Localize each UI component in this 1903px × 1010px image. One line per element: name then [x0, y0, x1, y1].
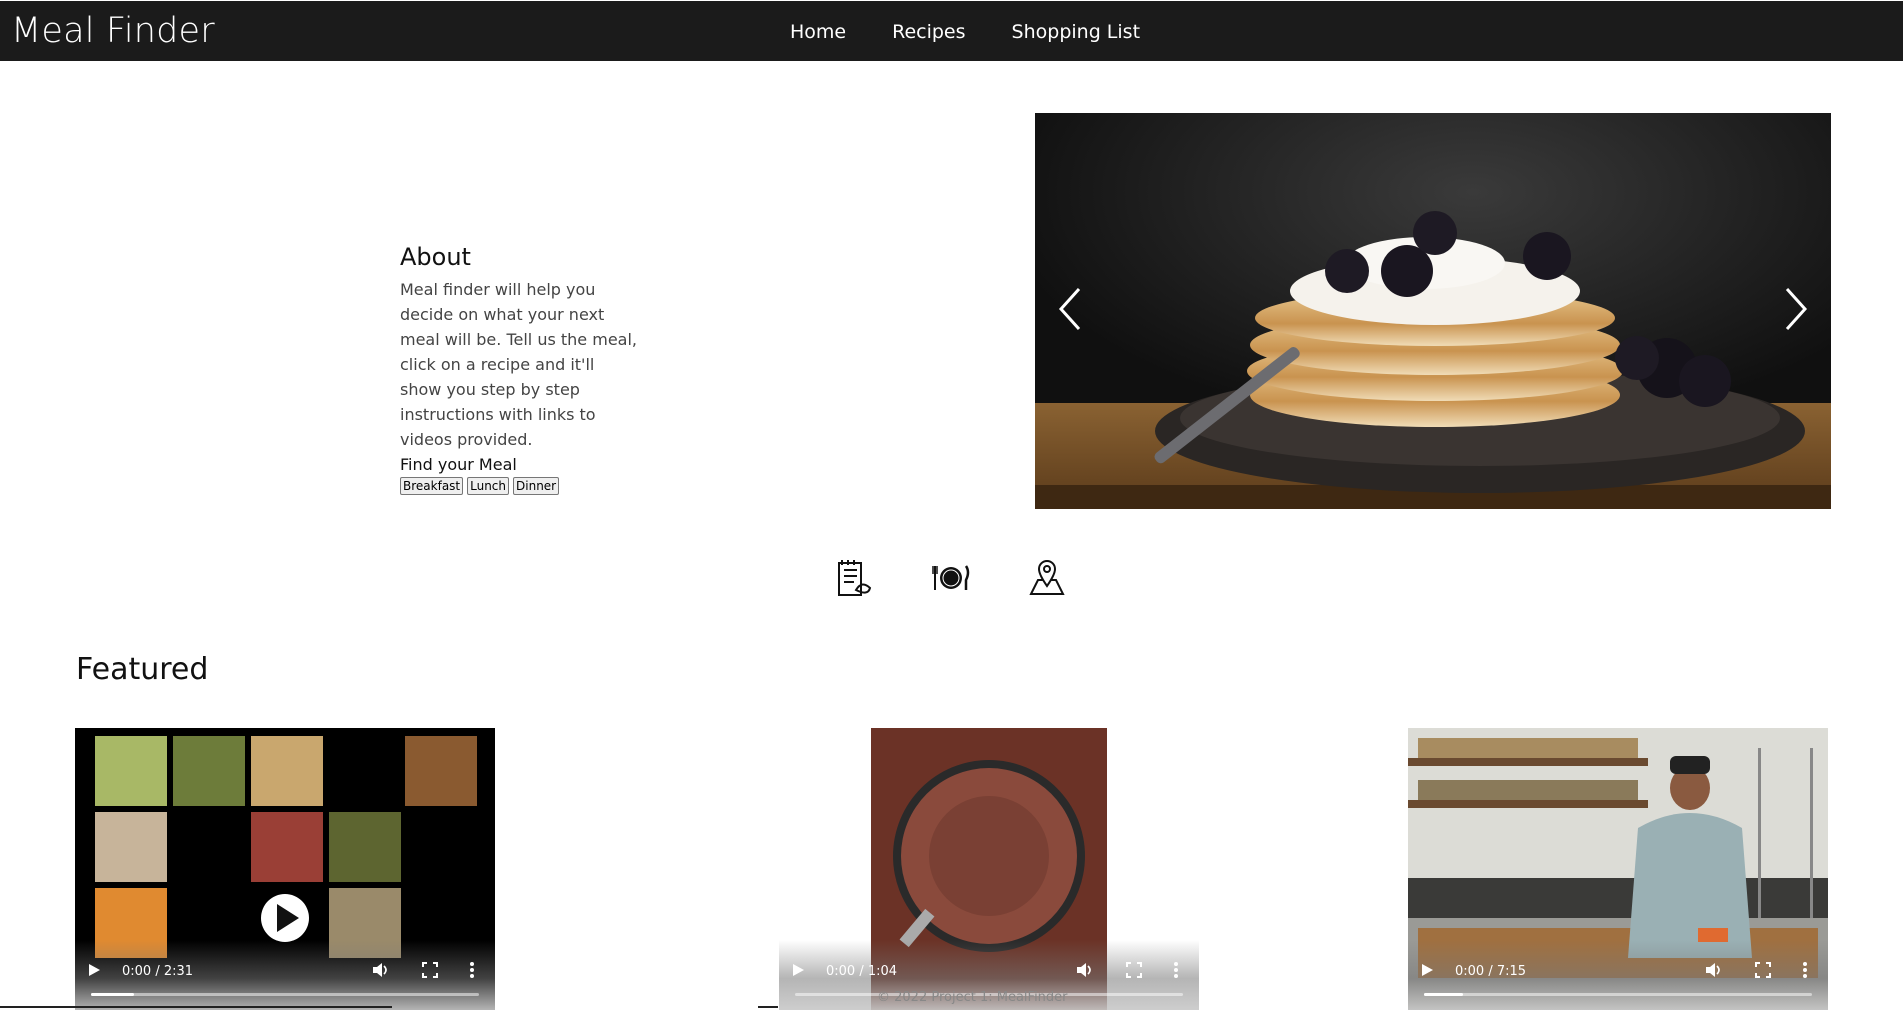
fullscreen-icon[interactable]	[1755, 962, 1771, 978]
dinner-button[interactable]: Dinner	[513, 477, 560, 495]
video-progress-3[interactable]	[1424, 993, 1812, 996]
play-icon[interactable]	[791, 963, 805, 977]
nav-links: Home Recipes Shopping List	[790, 21, 1140, 43]
chevron-left-icon	[1058, 287, 1081, 331]
nav-shopping-list[interactable]: Shopping List	[1012, 21, 1140, 43]
meal-buttons: Breakfast Lunch Dinner	[400, 477, 640, 495]
volume-icon[interactable]	[372, 961, 390, 979]
image-carousel	[1035, 113, 1831, 509]
chevron-right-icon	[1785, 287, 1808, 331]
about-text: Meal finder will help you decide on what…	[400, 280, 637, 449]
feature-icons	[836, 558, 1066, 598]
brand-logo[interactable]: Meal Finder	[11, 11, 215, 51]
video-progress-fill-3	[1424, 993, 1463, 996]
about-title: About	[400, 243, 471, 271]
nav-recipes[interactable]: Recipes	[892, 21, 965, 43]
featured-video-3[interactable]: 0:00 / 7:15	[1408, 728, 1828, 1010]
play-icon[interactable]	[87, 963, 101, 977]
carousel-next-button[interactable]	[1781, 285, 1811, 333]
nav-home[interactable]: Home	[790, 21, 846, 43]
featured-video-1[interactable]: 0:00 / 2:31	[75, 728, 495, 1010]
video-progress-1[interactable]	[91, 993, 479, 996]
footer-text: © 2022 Project 1: MealFinder	[877, 990, 1068, 1005]
breakfast-button[interactable]: Breakfast	[400, 477, 464, 495]
featured-video-2[interactable]: 0:00 / 1:04	[779, 728, 1199, 1010]
footer-divider-2	[758, 1006, 778, 1008]
carousel-prev-button[interactable]	[1055, 285, 1085, 333]
video-time-2: 0:00 / 1:04	[826, 964, 898, 979]
volume-icon[interactable]	[1076, 961, 1094, 979]
video-controls-3: 0:00 / 7:15	[1408, 940, 1828, 1010]
find-meal-title: Find your Meal	[400, 455, 517, 474]
video-controls-1: 0:00 / 2:31	[75, 940, 495, 1010]
carousel-slide-image	[1035, 113, 1831, 509]
about-section: About Meal finder will help you decide o…	[400, 243, 640, 495]
lunch-button[interactable]: Lunch	[467, 477, 510, 495]
more-options-icon[interactable]	[469, 961, 475, 979]
featured-title: Featured	[76, 652, 209, 687]
video-progress-fill-1	[91, 993, 134, 996]
more-options-icon[interactable]	[1802, 961, 1808, 979]
video-time-3: 0:00 / 7:15	[1455, 964, 1527, 979]
video-time-1: 0:00 / 2:31	[122, 964, 194, 979]
fullscreen-icon[interactable]	[1126, 962, 1142, 978]
play-icon[interactable]	[1420, 963, 1434, 977]
fullscreen-icon[interactable]	[422, 962, 438, 978]
map-pin-icon	[1029, 560, 1065, 595]
volume-icon[interactable]	[1705, 961, 1723, 979]
more-options-icon[interactable]	[1173, 961, 1179, 979]
plate-fork-knife-icon	[932, 565, 970, 590]
footer-divider	[0, 1006, 392, 1008]
navbar: Meal Finder Home Recipes Shopping List	[0, 1, 1903, 61]
recipe-list-icon	[838, 560, 872, 596]
